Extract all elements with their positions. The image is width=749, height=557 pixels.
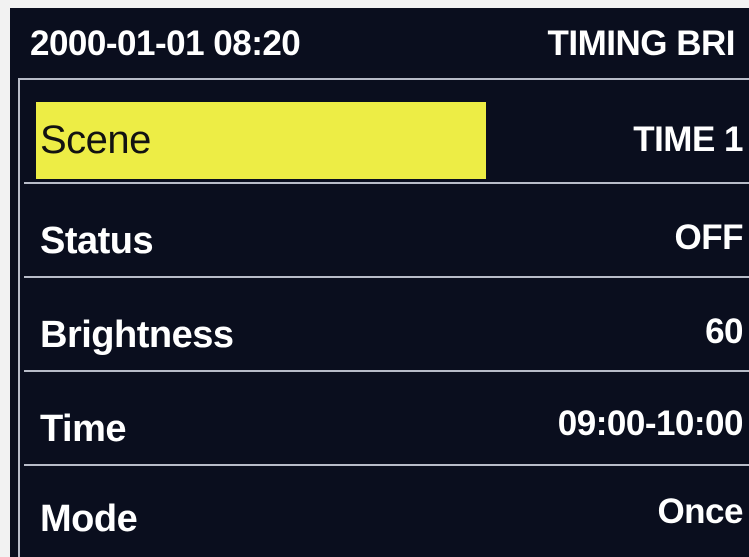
row-divider: [24, 370, 749, 372]
menu-item-label: Scene: [40, 118, 151, 162]
lcd-screen: 2000-01-01 08:20 TIMING BRI Scene TIME 1…: [10, 8, 749, 557]
menu-item-value: 60: [705, 312, 743, 351]
menu-item-value: Once: [657, 492, 743, 531]
row-divider: [24, 182, 749, 184]
row-divider: [24, 464, 749, 466]
menu-item-label: Mode: [40, 498, 138, 540]
menu-item-value: OFF: [674, 218, 744, 257]
menu-item-label: Status: [40, 220, 154, 262]
menu-item-label: Brightness: [40, 314, 234, 356]
date-time-display: 2000-01-01 08:20: [30, 24, 301, 63]
menu-item-value: TIME 1: [633, 120, 743, 159]
settings-menu: Scene TIME 1 Status OFF Brightness 60 Ti…: [18, 78, 749, 557]
menu-item-label: Time: [40, 408, 127, 450]
row-divider: [24, 276, 749, 278]
status-header: 2000-01-01 08:20 TIMING BRI: [10, 8, 749, 76]
menu-item-value: 09:00-10:00: [557, 404, 744, 443]
screen-title: TIMING BRI: [547, 24, 736, 63]
